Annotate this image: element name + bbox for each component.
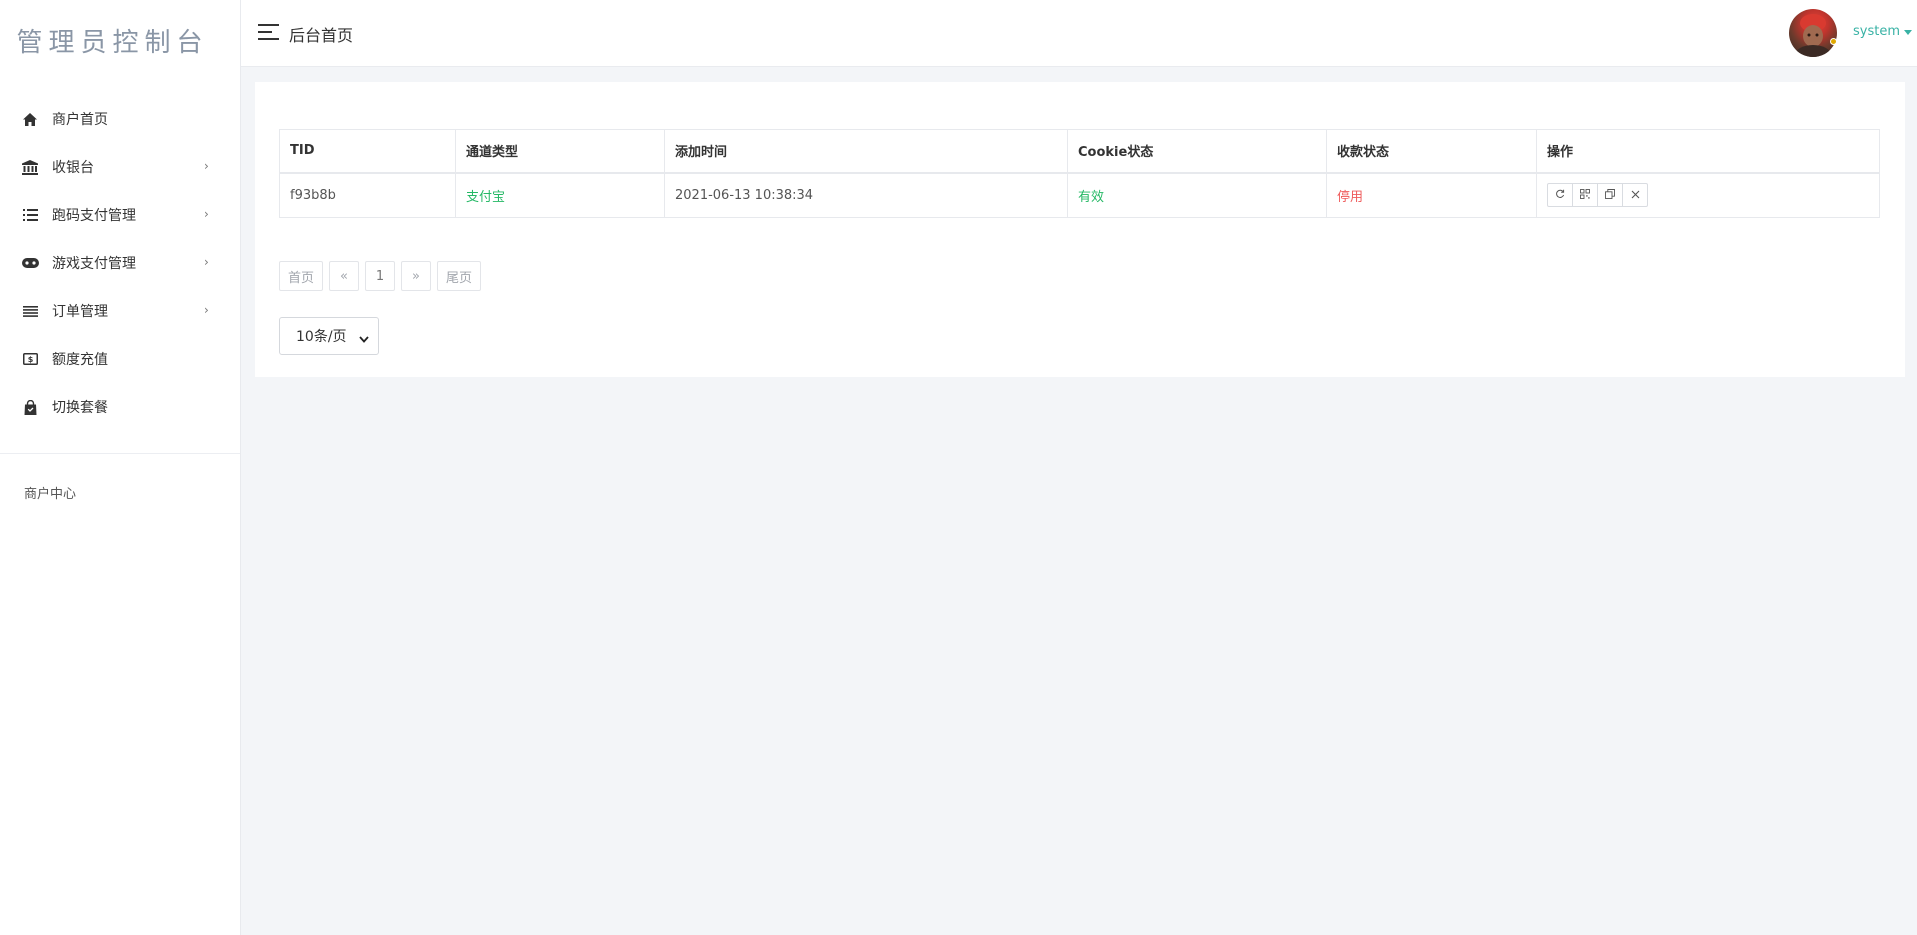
svg-text:$: $ <box>27 355 33 364</box>
action-button-group <box>1547 183 1648 208</box>
list-icon <box>21 206 39 224</box>
page-number-button[interactable]: 1 <box>365 261 396 291</box>
menu-toggle-icon[interactable] <box>258 24 279 40</box>
gamepad-icon <box>21 254 39 272</box>
avatar[interactable] <box>1789 9 1837 57</box>
page-size-value: 10条/页 <box>296 329 347 345</box>
sidebar-item-cashier[interactable]: 收银台 › <box>0 147 240 187</box>
money-icon: $ <box>21 350 39 368</box>
menu-lines-icon <box>21 302 39 320</box>
qrcode-button[interactable] <box>1572 183 1598 208</box>
chevron-right-icon: › <box>204 159 209 173</box>
refresh-button[interactable] <box>1547 183 1573 208</box>
sidebar-item-running-code-payment[interactable]: 跑码支付管理 › <box>0 195 240 235</box>
chevron-right-icon: › <box>204 255 209 269</box>
top-header: 后台首页 system <box>241 0 1917 67</box>
chevron-right-icon: › <box>204 207 209 221</box>
first-page-button[interactable]: 首页 <box>279 261 324 291</box>
refresh-icon <box>1555 188 1565 203</box>
column-header-tid[interactable]: TID <box>279 129 456 174</box>
chevron-right-icon: › <box>204 303 209 317</box>
brand-logo-text: 管理员控制台 <box>16 28 209 58</box>
delete-button[interactable] <box>1622 183 1648 208</box>
sidebar-item-order-management[interactable]: 订单管理 › <box>0 291 240 331</box>
next-page-button[interactable]: » <box>401 261 432 291</box>
cell-added-time: 2021-06-13 10:38:34 <box>664 172 1068 218</box>
copy-button[interactable] <box>1597 183 1623 208</box>
sidebar-item-label: 切换套餐 <box>52 400 108 416</box>
sidebar-item-label: 收银台 <box>52 160 94 176</box>
online-status-dot <box>1830 38 1837 45</box>
cell-actions <box>1536 172 1880 218</box>
shopping-bag-icon <box>21 398 39 416</box>
bank-icon <box>21 158 39 176</box>
sidebar-divider <box>0 453 240 454</box>
prev-page-button[interactable]: « <box>329 261 360 291</box>
pagination: 首页 « 1 » 尾页 <box>279 261 487 291</box>
sidebar-item-game-payment[interactable]: 游戏支付管理 › <box>0 243 240 283</box>
home-icon <box>21 110 39 128</box>
table-header-row: TID 通道类型 添加时间 Cookie状态 收款状态 操作 <box>279 129 1880 174</box>
cell-tid: f93b8b <box>279 172 456 218</box>
sidebar-section-merchant-center[interactable]: 商户中心 <box>24 483 76 502</box>
sidebar-item-merchant-home[interactable]: 商户首页 <box>0 99 240 139</box>
qrcode-icon <box>1580 188 1590 203</box>
sidebar: 管理员控制台 商户首页 收银台 › 跑码支付管理 › 游戏支付管理 › 订单管理… <box>0 0 241 935</box>
last-page-button[interactable]: 尾页 <box>437 261 482 291</box>
cell-payment-status: 停用 <box>1326 172 1537 218</box>
sidebar-item-label: 跑码支付管理 <box>52 208 136 224</box>
sidebar-item-label: 额度充值 <box>52 352 108 368</box>
page-title: 后台首页 <box>289 26 354 45</box>
page-size-select[interactable]: 10条/页 <box>279 317 379 355</box>
sidebar-item-quota-recharge[interactable]: $ 额度充值 <box>0 339 240 379</box>
column-header-actions: 操作 <box>1536 129 1880 174</box>
sidebar-item-label: 游戏支付管理 <box>52 256 136 272</box>
close-icon <box>1631 188 1640 203</box>
copy-icon <box>1605 188 1615 203</box>
column-header-payment-status[interactable]: 收款状态 <box>1326 129 1537 174</box>
column-header-cookie-status[interactable]: Cookie状态 <box>1067 129 1327 174</box>
cell-channel-type: 支付宝 <box>455 172 665 218</box>
user-menu-name[interactable]: system <box>1853 24 1900 39</box>
caret-down-icon[interactable] <box>1904 30 1912 35</box>
column-header-added-time[interactable]: 添加时间 <box>664 129 1068 174</box>
content-card: TID 通道类型 添加时间 Cookie状态 收款状态 操作 f93b8b 支付… <box>255 82 1905 377</box>
sidebar-item-switch-plan[interactable]: 切换套餐 <box>0 387 240 427</box>
chevron-down-icon <box>359 331 369 347</box>
sidebar-item-label: 订单管理 <box>52 304 108 320</box>
column-header-channel-type[interactable]: 通道类型 <box>455 129 665 174</box>
sidebar-item-label: 商户首页 <box>52 112 108 128</box>
cell-cookie-status: 有效 <box>1067 172 1327 218</box>
channel-table: TID 通道类型 添加时间 Cookie状态 收款状态 操作 f93b8b 支付… <box>279 129 1880 218</box>
table-row: f93b8b 支付宝 2021-06-13 10:38:34 有效 停用 <box>279 172 1880 218</box>
